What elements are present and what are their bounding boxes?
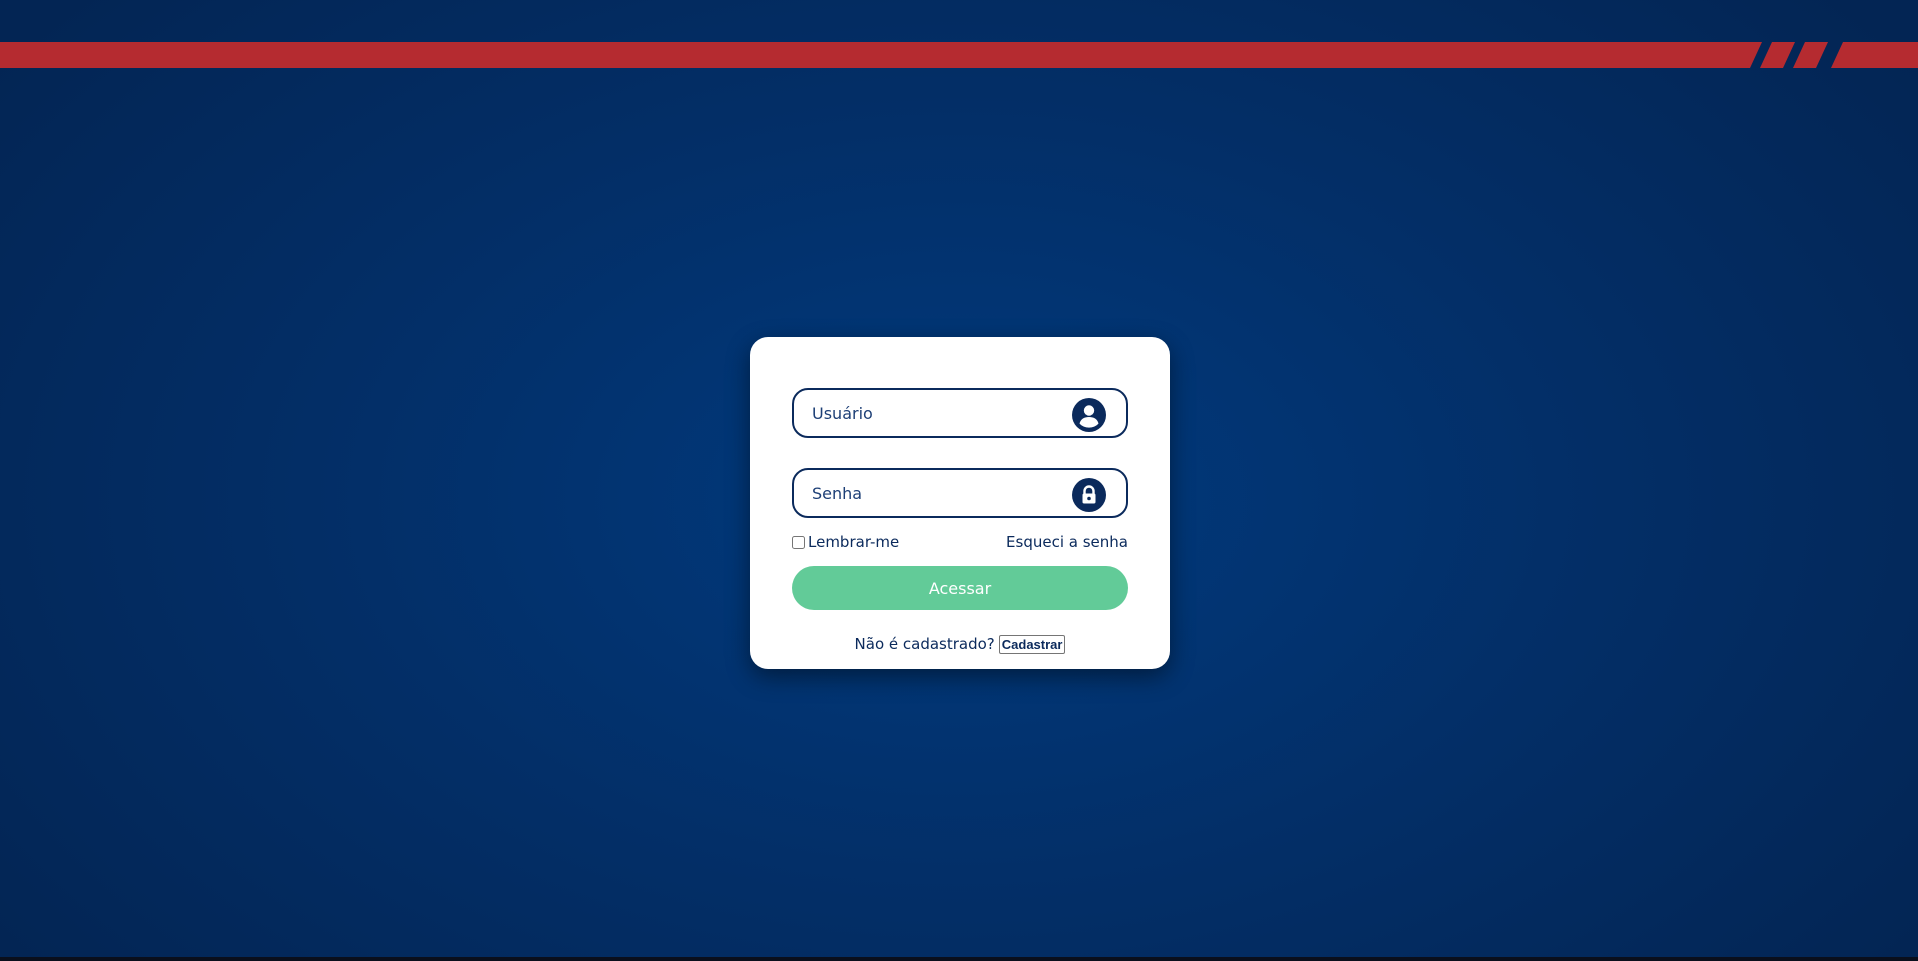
username-input[interactable] [812, 390, 1062, 436]
stripe-slash-segment [1793, 42, 1828, 68]
register-prompt: Não é cadastrado? [854, 635, 995, 653]
decorative-red-stripe [0, 42, 1918, 68]
stripe-end-segment [1831, 42, 1918, 68]
lock-icon [1072, 478, 1106, 512]
password-field [792, 468, 1128, 518]
register-row: Não é cadastrado? Cadastrar [750, 632, 1170, 656]
login-button[interactable]: Acessar [792, 566, 1128, 610]
login-card: Lembrar-me Esqueci a senha Acessar Não é… [750, 337, 1170, 669]
forgot-password-link[interactable]: Esqueci a senha [1006, 533, 1128, 551]
stripe-slash-segment [1760, 42, 1795, 68]
register-button[interactable]: Cadastrar [998, 634, 1066, 654]
bottom-edge [0, 957, 1918, 961]
stripe-main-segment [0, 42, 1762, 68]
username-field [792, 388, 1128, 438]
user-circle-icon [1072, 398, 1106, 432]
password-input[interactable] [812, 470, 1062, 516]
login-options-row: Lembrar-me Esqueci a senha [792, 533, 1128, 553]
remember-me-checkbox[interactable] [792, 535, 805, 549]
remember-me: Lembrar-me [792, 533, 899, 551]
remember-me-label: Lembrar-me [808, 533, 900, 551]
